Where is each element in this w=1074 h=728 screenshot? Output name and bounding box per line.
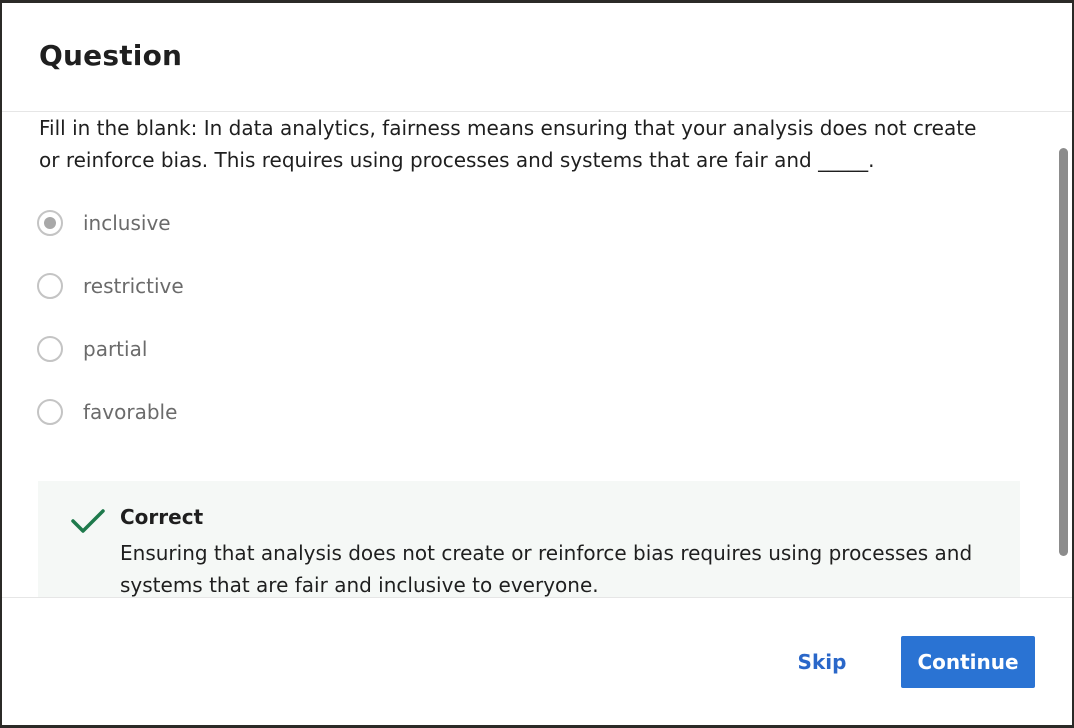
radio-button[interactable] (37, 336, 63, 362)
dialog-title: Question (39, 39, 183, 72)
feedback-text: Ensuring that analysis does not create o… (120, 541, 973, 597)
feedback-panel: Correct Ensuring that analysis does not … (38, 481, 1020, 597)
radio-button-selected[interactable] (37, 210, 63, 236)
option-label: favorable (83, 400, 178, 424)
radio-button[interactable] (37, 399, 63, 425)
dialog-header: Question (2, 3, 1072, 112)
option-partial[interactable]: partial (37, 334, 637, 397)
answer-options: inclusive restrictive partial favorable (37, 208, 637, 460)
option-inclusive[interactable]: inclusive (37, 208, 637, 271)
question-text: Fill in the blank: In data analytics, fa… (39, 116, 977, 172)
feedback-title: Correct (120, 505, 204, 529)
dialog-footer: Skip Continue (2, 597, 1072, 725)
dialog-body[interactable]: Fill in the blank: In data analytics, fa… (2, 112, 1072, 597)
option-restrictive[interactable]: restrictive (37, 271, 637, 334)
scrollbar-thumb[interactable] (1059, 148, 1068, 556)
skip-button[interactable]: Skip (792, 636, 852, 688)
option-favorable[interactable]: favorable (37, 397, 637, 460)
continue-button[interactable]: Continue (901, 636, 1035, 688)
option-label: inclusive (83, 211, 171, 235)
option-label: partial (83, 337, 148, 361)
option-label: restrictive (83, 274, 184, 298)
question-dialog: Question Fill in the blank: In data anal… (2, 3, 1072, 725)
radio-button[interactable] (37, 273, 63, 299)
check-icon (70, 507, 106, 535)
